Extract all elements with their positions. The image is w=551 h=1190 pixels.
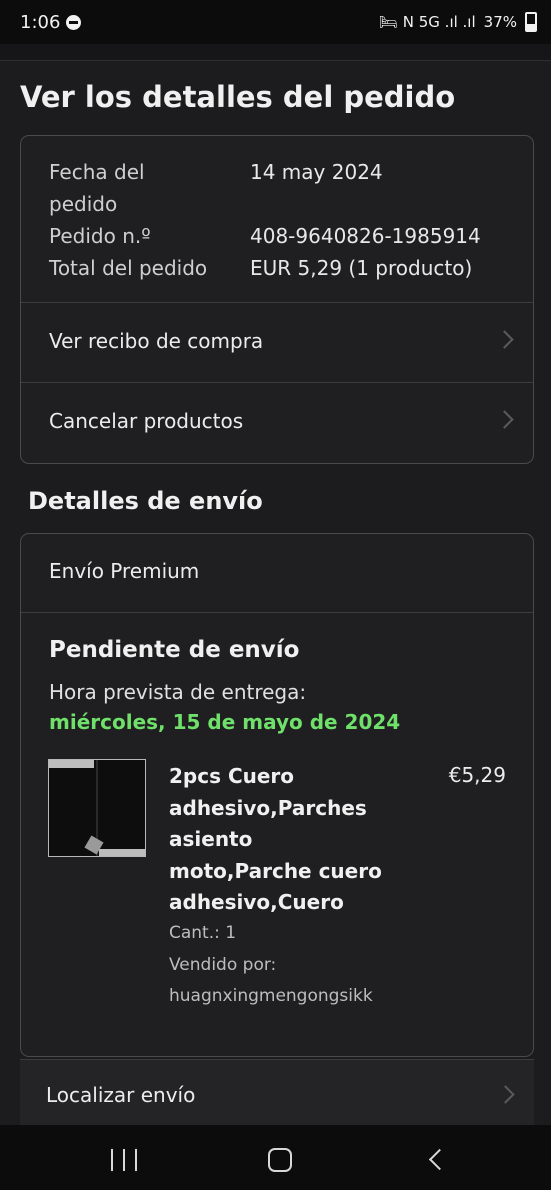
system-nav-bar bbox=[0, 1125, 551, 1190]
recents-icon-bar bbox=[135, 1149, 137, 1171]
product-title-line: adhesivo,Parches bbox=[169, 795, 367, 820]
product-title-line: adhesivo,Cuero bbox=[169, 890, 344, 914]
order-date-label-line2: pedido bbox=[49, 192, 118, 216]
product-quantity: Cant.: 1 bbox=[169, 923, 237, 943]
divider bbox=[21, 612, 533, 613]
eta-label: Hora prevista de entrega: bbox=[49, 680, 307, 704]
order-summary-card: Fecha del pedido 14 may 2024 Pedido n.º … bbox=[20, 135, 534, 464]
chevron-right-icon bbox=[496, 1085, 515, 1104]
battery-percent: 37% bbox=[483, 13, 517, 31]
home-button[interactable] bbox=[268, 1148, 292, 1172]
product-thumbnail[interactable] bbox=[48, 759, 146, 857]
order-date-label: Fecha del bbox=[49, 160, 145, 184]
shipment-card: Envío Premium Pendiente de envío Hora pr… bbox=[20, 533, 534, 1057]
order-number-label: Pedido n.º bbox=[49, 224, 151, 248]
seller-name[interactable]: huagnxingmengongsikk bbox=[169, 986, 373, 1006]
thumbnail-edge bbox=[49, 760, 94, 768]
shipping-method: Envío Premium bbox=[49, 559, 200, 583]
view-receipt-link[interactable]: Ver recibo de compra bbox=[21, 303, 533, 383]
recents-button[interactable] bbox=[111, 1149, 137, 1171]
eta-date: miércoles, 15 de mayo de 2024 bbox=[49, 710, 401, 734]
thumbnail-edge bbox=[99, 849, 145, 856]
shipment-status: Pendiente de envío bbox=[49, 637, 300, 663]
product-title-line: asiento bbox=[169, 827, 253, 851]
product-title-line: moto,Parche cuero bbox=[169, 858, 382, 883]
product-price: €5,29 bbox=[448, 763, 506, 787]
status-time: 1:06 bbox=[20, 12, 61, 33]
sold-by-label: Vendido por: bbox=[169, 955, 277, 975]
status-icons: 🛏 N 5G .ıl .ıl bbox=[378, 13, 476, 31]
shipping-section-title: Detalles de envío bbox=[28, 487, 263, 515]
battery-icon bbox=[525, 12, 537, 32]
product-title-line: 2pcs Cuero bbox=[169, 764, 295, 788]
cancel-products-label: Cancelar productos bbox=[49, 409, 244, 433]
page-title: Ver los detalles del pedido bbox=[20, 80, 456, 114]
status-indicators: 🛏 N 5G .ıl .ıl 37% bbox=[379, 12, 537, 32]
do-not-disturb-icon bbox=[66, 15, 81, 30]
cancel-products-link[interactable]: Cancelar productos bbox=[21, 383, 533, 463]
recents-icon-bar bbox=[111, 1149, 113, 1171]
product-title-link[interactable]: 2pcs Cuero adhesivo,Parches asiento moto… bbox=[169, 761, 419, 919]
chevron-right-icon bbox=[495, 410, 514, 429]
order-number-value: 408-9640826-1985914 bbox=[250, 224, 481, 248]
order-total-label: Total del pedido bbox=[49, 256, 208, 280]
back-button[interactable] bbox=[428, 1148, 451, 1171]
recents-icon-bar bbox=[123, 1149, 125, 1171]
track-shipment-label: Localizar envío bbox=[46, 1083, 196, 1107]
status-bar: 1:06 🛏 N 5G .ıl .ıl 37% bbox=[0, 0, 551, 44]
chevron-right-icon bbox=[495, 330, 514, 349]
track-shipment-link[interactable]: Localizar envío bbox=[20, 1059, 534, 1126]
order-total-value: EUR 5,29 (1 producto) bbox=[250, 256, 473, 280]
top-app-bar bbox=[0, 44, 551, 61]
order-date-value: 14 may 2024 bbox=[250, 160, 383, 184]
view-receipt-label: Ver recibo de compra bbox=[49, 329, 264, 353]
